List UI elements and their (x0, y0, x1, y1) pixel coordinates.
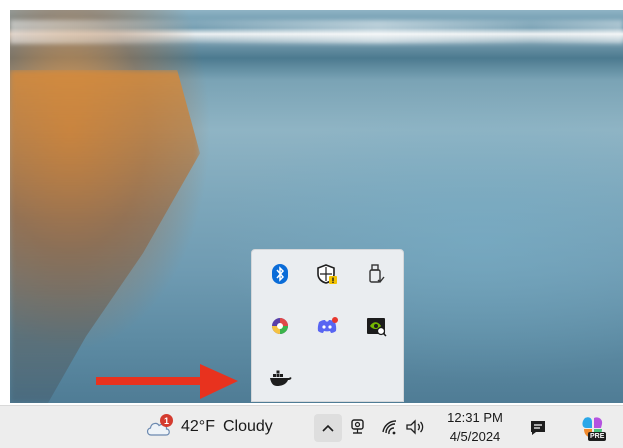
windows-security-icon[interactable] (315, 262, 339, 286)
wallpaper-reflection (10, 70, 200, 403)
wifi-icon[interactable] (379, 416, 401, 438)
weather-alert-badge: 1 (160, 414, 173, 427)
clock-time: 12:31 PM (447, 410, 503, 425)
notifications-icon[interactable] (527, 417, 549, 439)
discord-icon[interactable] (315, 314, 339, 338)
wallpaper-surf (10, 20, 623, 44)
copilot-preview-badge: PRE (588, 432, 607, 441)
annotation-arrow (96, 364, 238, 399)
tray-overflow-panel (251, 249, 404, 402)
chevron-up-icon (322, 424, 334, 432)
volume-icon[interactable] (405, 416, 427, 438)
show-hidden-icons-button[interactable] (314, 414, 342, 442)
cloud-icon: 1 (145, 414, 175, 439)
usb-eject-icon[interactable] (364, 262, 388, 286)
bluetooth-icon[interactable] (268, 262, 292, 286)
clock[interactable]: 12:31 PM 4/5/2024 (442, 408, 508, 446)
clock-date: 4/5/2024 (449, 429, 501, 444)
nvidia-icon[interactable] (364, 314, 388, 338)
docker-icon[interactable] (268, 366, 292, 390)
weather-widget[interactable]: 1 42°F Cloudy (145, 414, 273, 440)
taskbar: 1 42°F Cloudy 12:31 PM 4/5/2024 PRE (0, 405, 623, 448)
weather-condition: Cloudy (222, 418, 273, 435)
weather-temperature: 42°F (181, 418, 215, 435)
color-picker-app-icon[interactable] (268, 314, 292, 338)
camera-mic-icon[interactable] (347, 416, 369, 438)
copilot-icon[interactable]: PRE (579, 414, 607, 442)
